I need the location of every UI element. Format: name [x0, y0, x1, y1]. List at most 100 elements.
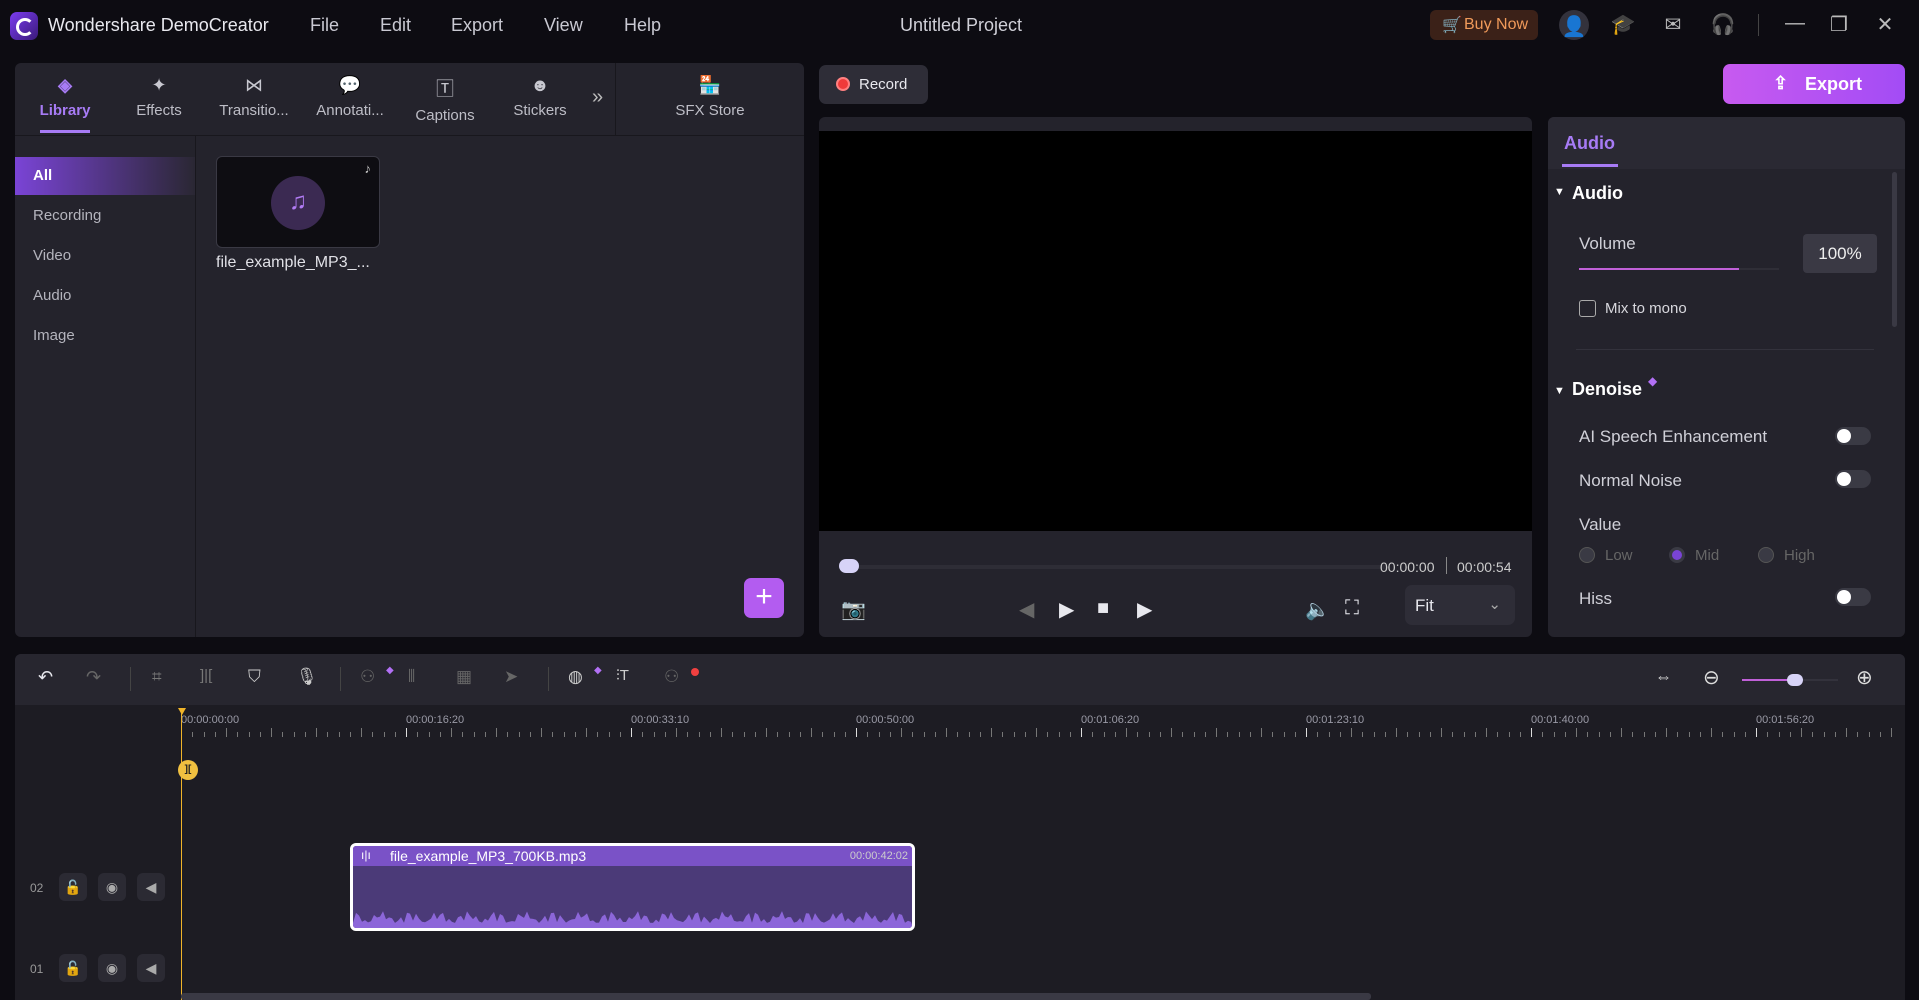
- radio-high[interactable]: [1758, 547, 1774, 563]
- fit-timeline-icon[interactable]: ⇔: [1655, 667, 1672, 687]
- track-visibility-eye-icon[interactable]: ◉: [98, 873, 126, 901]
- export-button[interactable]: ⇪ Export: [1723, 64, 1905, 104]
- ruler-tick: [1868, 732, 1870, 737]
- sidebar-item-image[interactable]: Image: [15, 317, 195, 355]
- hiss-toggle[interactable]: [1835, 588, 1871, 606]
- track-lock-icon[interactable]: 🔓: [59, 954, 87, 982]
- sidebar-item-audio[interactable]: Audio: [15, 277, 195, 315]
- ruler-tick: [541, 728, 542, 737]
- timeline-horizontal-scrollbar[interactable]: [181, 993, 1371, 1000]
- playhead[interactable]: [181, 710, 182, 1000]
- track-visibility-eye-icon[interactable]: ◉: [98, 954, 126, 982]
- title-bar: Wondershare DemoCreator File Edit Export…: [0, 0, 1919, 50]
- mirror-icon[interactable]: ⫴: [408, 667, 415, 687]
- sidebar-item-all[interactable]: All: [15, 157, 195, 195]
- radio-mid[interactable]: [1669, 547, 1685, 563]
- close-icon[interactable]: ✕: [1872, 12, 1898, 38]
- menu-help[interactable]: Help: [624, 15, 661, 36]
- play-icon[interactable]: ▶: [1059, 597, 1074, 622]
- ruler-tick: [1384, 732, 1386, 737]
- previous-frame-icon[interactable]: ◀: [1019, 597, 1034, 622]
- snapshot-camera-icon[interactable]: 📷: [841, 597, 866, 622]
- ruler-tick: [1711, 728, 1712, 737]
- ruler-tick: [394, 732, 396, 737]
- ruler-tick: [1148, 732, 1150, 737]
- tab-audio[interactable]: Audio: [1564, 133, 1615, 154]
- sidebar-item-video[interactable]: Video: [15, 237, 195, 275]
- add-media-button[interactable]: +: [744, 578, 784, 618]
- account-icon[interactable]: 👤: [1559, 10, 1589, 40]
- collapse-audio-icon[interactable]: ▼: [1554, 186, 1565, 198]
- zoom-out-icon[interactable]: ⊖: [1703, 665, 1720, 690]
- mosaic-icon[interactable]: ▦: [456, 667, 472, 687]
- volume-icon[interactable]: 🔈: [1305, 597, 1330, 622]
- ai-person-icon[interactable]: ⚇: [360, 667, 375, 687]
- media-item[interactable]: ♫ ♪: [216, 156, 380, 248]
- more-tabs-icon[interactable]: »: [592, 86, 603, 109]
- tab-sfx-store[interactable]: 🏪 SFX Store: [665, 75, 755, 119]
- track-mute-speaker-icon[interactable]: ◀: [137, 954, 165, 982]
- tab-effects[interactable]: ✦ Effects: [114, 75, 204, 119]
- playhead-split-icon[interactable]: ][: [178, 760, 198, 780]
- volume-slider[interactable]: [1579, 268, 1779, 270]
- mix-to-mono-checkbox[interactable]: [1579, 300, 1596, 317]
- denoise-section-title: Denoise: [1572, 379, 1643, 399]
- ruler-tick: [1789, 732, 1791, 737]
- ruler-tick: [304, 732, 306, 737]
- collapse-denoise-icon[interactable]: ▼: [1554, 385, 1565, 397]
- restore-icon[interactable]: ❐: [1826, 12, 1852, 38]
- tab-stickers[interactable]: ☻ Stickers: [495, 75, 585, 119]
- tab-library[interactable]: ◈ Library: [20, 75, 110, 119]
- undo-icon[interactable]: ↶: [38, 667, 53, 688]
- ruler-tick: [563, 732, 565, 737]
- ai-speech-toggle[interactable]: [1835, 427, 1871, 445]
- speech-to-text-icon[interactable]: ⫶T: [616, 667, 629, 684]
- fit-dropdown[interactable]: Fit ⌄: [1405, 585, 1515, 625]
- menu-edit[interactable]: Edit: [380, 15, 411, 36]
- playhead-marker[interactable]: [178, 708, 186, 715]
- denoise-icon[interactable]: ◍: [568, 667, 583, 687]
- next-frame-icon[interactable]: ▶: [1137, 597, 1152, 622]
- tab-annotations[interactable]: 💬 Annotati...: [305, 75, 395, 119]
- minimize-icon[interactable]: —: [1782, 12, 1808, 38]
- mail-icon[interactable]: ✉: [1660, 12, 1686, 38]
- ruler-tick: [574, 732, 576, 737]
- tutorial-cap-icon[interactable]: 🎓: [1610, 12, 1636, 38]
- zoom-in-icon[interactable]: ⊕: [1856, 665, 1873, 690]
- volume-input[interactable]: 100%: [1803, 234, 1877, 273]
- ruler-tick: [754, 732, 756, 737]
- track-lock-icon[interactable]: 🔓: [59, 873, 87, 901]
- buy-now-button[interactable]: 🛒 Buy Now: [1430, 10, 1538, 40]
- redo-icon[interactable]: ↷: [86, 667, 101, 688]
- hiss-label: Hiss: [1579, 589, 1613, 608]
- radio-low[interactable]: [1579, 547, 1595, 563]
- stop-icon[interactable]: ■: [1097, 597, 1109, 620]
- tab-transitions[interactable]: ⋈ Transitio...: [209, 75, 299, 119]
- menu-view[interactable]: View: [544, 15, 583, 36]
- crop-icon[interactable]: ⌗: [152, 667, 162, 687]
- normal-noise-toggle[interactable]: [1835, 470, 1871, 488]
- timeline-zoom-handle[interactable]: [1786, 674, 1803, 686]
- voice-changer-icon[interactable]: ⚇: [664, 667, 679, 687]
- split-icon[interactable]: ]|[: [200, 667, 212, 684]
- properties-scrollbar[interactable]: [1892, 172, 1897, 327]
- microphone-icon[interactable]: 🎙: [296, 667, 318, 687]
- playback-scrubber[interactable]: [847, 565, 1387, 569]
- sidebar-item-recording[interactable]: Recording: [15, 197, 195, 235]
- audio-clip[interactable]: ı|ı file_example_MP3_700KB.mp3 00:00:42:…: [350, 843, 915, 931]
- ruler-tick: [293, 732, 295, 737]
- tab-captions[interactable]: 🅃 Captions: [400, 75, 490, 124]
- ruler-tick: [968, 732, 970, 737]
- marker-icon[interactable]: ⛉: [248, 667, 261, 687]
- record-button[interactable]: Record: [819, 65, 928, 104]
- fullscreen-icon[interactable]: ⛶: [1345, 597, 1359, 620]
- menu-export[interactable]: Export: [451, 15, 503, 36]
- support-headset-icon[interactable]: 🎧: [1710, 12, 1736, 38]
- menu-file[interactable]: File: [310, 15, 339, 36]
- ruler-tick: [1351, 728, 1352, 737]
- ruler-tick: [732, 732, 734, 737]
- track-mute-speaker-icon[interactable]: ◀: [137, 873, 165, 901]
- ruler-tick: [743, 732, 745, 737]
- cursor-icon[interactable]: ➤: [504, 667, 518, 687]
- scrubber-handle[interactable]: [839, 559, 859, 573]
